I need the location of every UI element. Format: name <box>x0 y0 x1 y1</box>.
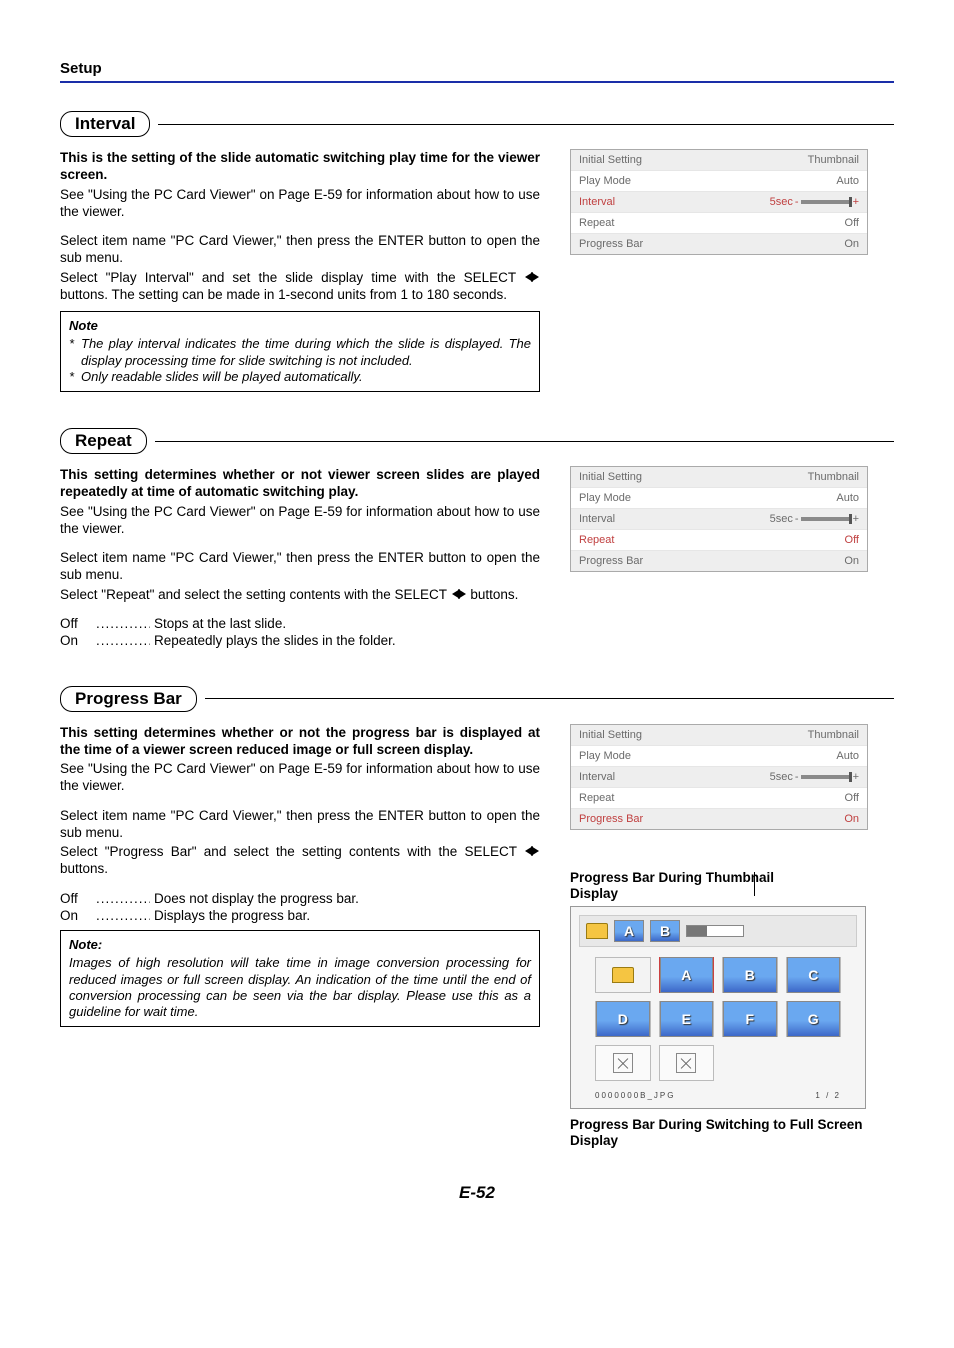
grid-x1 <box>595 1045 651 1081</box>
grid-slide-d: D <box>595 1001 651 1037</box>
grid-slide-e: E <box>659 1001 715 1037</box>
caption-thumb: Progress Bar During Thumbnail Display <box>570 870 894 902</box>
menu-table-interval: Initial SettingThumbnail Play ModeAuto I… <box>570 149 868 255</box>
interval-p2: Select item name "PC Card Viewer," then … <box>60 232 540 267</box>
section-interval-heading: Interval <box>60 111 894 137</box>
progress-p3: Select "Progress Bar" and select the set… <box>60 843 540 878</box>
progress-on-line: On.............Displays the progress bar… <box>60 907 540 924</box>
triangle-right-icon <box>531 846 539 856</box>
x-icon <box>613 1053 633 1073</box>
progress-off-line: Off.............Does not display the pro… <box>60 890 540 907</box>
slide-thumb-b: B <box>650 920 680 942</box>
triangle-right-icon <box>458 589 466 599</box>
page-header: Setup <box>60 60 894 83</box>
menu-table-progress: Initial SettingThumbnail Play ModeAuto I… <box>570 724 868 830</box>
grid-x2 <box>659 1045 715 1081</box>
section-progressbar-heading: Progress Bar <box>60 686 894 712</box>
section-pill-progress: Progress Bar <box>60 686 197 712</box>
progress-note-box: Note: Images of high resolution will tak… <box>60 930 540 1027</box>
repeat-on-line: On.............Repeatedly plays the slid… <box>60 632 540 649</box>
progress-p1: See "Using the PC Card Viewer" on Page E… <box>60 760 540 795</box>
slide-thumb-a: A <box>614 920 644 942</box>
thumbnail-preview: A B A B C D E F G 0 <box>570 906 866 1109</box>
grid-slide-b: B <box>722 957 778 993</box>
grid-folder <box>595 957 651 993</box>
folder-icon <box>586 923 608 939</box>
section-pill-interval: Interval <box>60 111 150 137</box>
progress-p2: Select item name "PC Card Viewer," then … <box>60 807 540 842</box>
x-icon <box>676 1053 696 1073</box>
repeat-p1: See "Using the PC Card Viewer" on Page E… <box>60 503 540 538</box>
progress-bar-icon <box>686 925 744 937</box>
repeat-off-line: Off.............Stops at the last slide. <box>60 615 540 632</box>
interval-p3: Select "Play Interval" and set the slide… <box>60 269 540 304</box>
thumb-filename: 0000000B_JPG <box>595 1091 676 1100</box>
repeat-p2: Select item name "PC Card Viewer," then … <box>60 549 540 584</box>
triangle-right-icon <box>531 272 539 282</box>
interval-p1: See "Using the PC Card Viewer" on Page E… <box>60 186 540 221</box>
menu-table-repeat: Initial SettingThumbnail Play ModeAuto I… <box>570 466 868 572</box>
interval-lead: This is the setting of the slide automat… <box>60 149 540 184</box>
caption-full: Progress Bar During Switching to Full Sc… <box>570 1117 894 1149</box>
repeat-p3: Select "Repeat" and select the setting c… <box>60 586 540 603</box>
page-number: E-52 <box>60 1183 894 1203</box>
note-title: Note <box>69 318 531 334</box>
progress-lead: This setting determines whether or not t… <box>60 724 540 759</box>
section-repeat-heading: Repeat <box>60 428 894 454</box>
thumb-page: 1 / 2 <box>815 1091 841 1100</box>
grid-slide-f: F <box>722 1001 778 1037</box>
grid-slide-a: A <box>659 957 715 993</box>
note-title: Note: <box>69 937 531 953</box>
grid-slide-g: G <box>786 1001 842 1037</box>
interval-note-box: Note *The play interval indicates the ti… <box>60 311 540 392</box>
grid-slide-c: C <box>786 957 842 993</box>
section-pill-repeat: Repeat <box>60 428 147 454</box>
repeat-lead: This setting determines whether or not v… <box>60 466 540 501</box>
